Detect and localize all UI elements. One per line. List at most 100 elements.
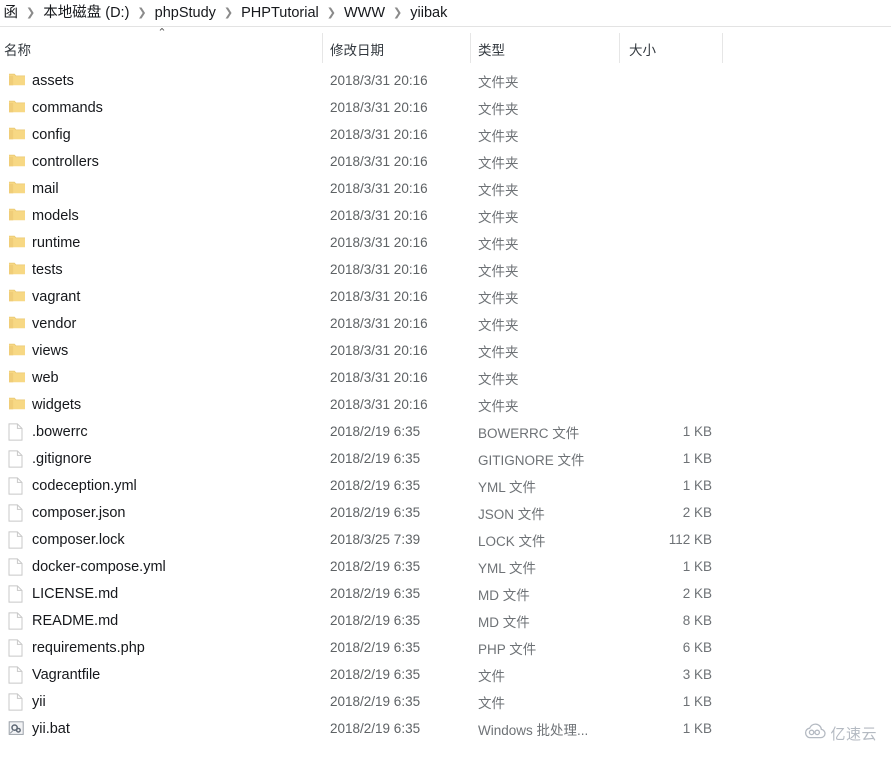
file-date-modified: 2018/2/19 6:35 [330,424,421,439]
file-type: 文件夹 [478,209,519,225]
file-size: 1 KB [682,451,712,466]
file-size: 1 KB [682,694,712,709]
file-name: runtime [32,234,81,251]
file-date-modified: 2018/2/19 6:35 [330,613,421,628]
file-date-modified: 2018/3/31 20:16 [330,370,428,385]
file-icon [8,665,26,684]
file-name: tests [32,261,63,278]
column-header-size[interactable]: 大小 [629,39,656,59]
file-date-modified: 2018/3/31 20:16 [330,100,428,115]
file-row[interactable]: vendor 2018/3/31 20:16 文件夹 [0,310,891,337]
file-row[interactable]: runtime 2018/3/31 20:16 文件夹 [0,229,891,256]
file-size: 1 KB [682,721,712,736]
file-date-modified: 2018/2/19 6:35 [330,559,421,574]
folder-icon [8,369,26,387]
file-date-modified: 2018/3/31 20:16 [330,181,428,196]
file-row[interactable]: mail 2018/3/31 20:16 文件夹 [0,175,891,202]
breadcrumb-item-0[interactable]: 函 [4,0,19,27]
folder-icon [8,153,26,171]
file-type: PHP 文件 [478,641,537,657]
column-divider[interactable] [470,33,471,63]
file-icon [8,503,26,522]
file-type: 文件 [478,695,505,711]
file-name: models [32,207,79,224]
file-name: Vagrantfile [32,666,101,683]
file-row[interactable]: .gitignore 2018/2/19 6:35 GITIGNORE 文件 1 KB [0,445,891,472]
file-date-modified: 2018/2/19 6:35 [330,478,421,493]
folder-icon [8,234,26,252]
file-icon [8,584,26,603]
breadcrumb-item-1[interactable]: 本地磁盘 (D:) [42,0,130,27]
file-row[interactable]: requirements.php 2018/2/19 6:35 PHP 文件 6 KB [0,634,891,661]
file-date-modified: 2018/3/31 20:16 [330,316,428,331]
file-name: LICENSE.md [32,585,119,602]
file-type: 文件夹 [478,155,519,171]
file-name: composer.lock [32,531,125,548]
file-list[interactable]: assets 2018/3/31 20:16 文件夹 commands 2018/3/3… [0,67,891,742]
watermark: 亿速云 [804,723,877,744]
file-date-modified: 2018/3/31 20:16 [330,343,428,358]
breadcrumb-separator: ❯ [223,6,234,19]
breadcrumb-item-5[interactable]: yiibak [409,0,448,27]
file-type: 文件夹 [478,344,519,360]
file-row[interactable]: .bowerrc 2018/2/19 6:35 BOWERRC 文件 1 KB [0,418,891,445]
file-date-modified: 2018/3/31 20:16 [330,235,428,250]
column-divider[interactable] [619,33,620,63]
file-date-modified: 2018/3/31 20:16 [330,127,428,142]
file-date-modified: 2018/2/19 6:35 [330,451,421,466]
file-row[interactable]: web 2018/3/31 20:16 文件夹 [0,364,891,391]
file-name: composer.json [32,504,126,521]
file-row[interactable]: yii 2018/2/19 6:35 文件 1 KB [0,688,891,715]
column-header-name[interactable]: 名称 [4,39,31,59]
file-row[interactable]: assets 2018/3/31 20:16 文件夹 [0,67,891,94]
folder-icon [8,261,26,279]
file-name: config [32,126,71,143]
breadcrumb-item-4[interactable]: WWW [343,0,386,27]
file-icon [8,476,26,495]
file-row[interactable]: LICENSE.md 2018/2/19 6:35 MD 文件 2 KB [0,580,891,607]
breadcrumb-item-3[interactable]: PHPTutorial [240,0,320,27]
file-date-modified: 2018/2/19 6:35 [330,721,421,736]
file-row[interactable]: vagrant 2018/3/31 20:16 文件夹 [0,283,891,310]
file-type: 文件夹 [478,398,519,414]
file-icon [8,692,26,711]
folder-icon [8,72,26,90]
file-type: YML 文件 [478,479,537,495]
file-row[interactable]: controllers 2018/3/31 20:16 文件夹 [0,148,891,175]
column-header-type[interactable]: 类型 [478,39,505,59]
breadcrumb-bar[interactable]: 函 ❯ 本地磁盘 (D:) ❯ phpStudy ❯ PHPTutorial ❯… [0,0,891,27]
file-row[interactable]: views 2018/3/31 20:16 文件夹 [0,337,891,364]
file-type: LOCK 文件 [478,533,546,549]
file-name: vendor [32,315,77,332]
breadcrumb-item-2[interactable]: phpStudy [154,0,217,27]
file-row[interactable]: commands 2018/3/31 20:16 文件夹 [0,94,891,121]
file-icon [8,422,26,441]
file-date-modified: 2018/3/31 20:16 [330,154,428,169]
column-divider[interactable] [722,33,723,63]
file-name: codeception.yml [32,477,137,494]
file-name: controllers [32,153,99,170]
file-icon [8,557,26,576]
column-divider[interactable] [322,33,323,63]
file-type: MD 文件 [478,587,530,603]
file-row[interactable]: tests 2018/3/31 20:16 文件夹 [0,256,891,283]
file-type: 文件夹 [478,236,519,252]
file-row[interactable]: models 2018/3/31 20:16 文件夹 [0,202,891,229]
file-row[interactable]: widgets 2018/3/31 20:16 文件夹 [0,391,891,418]
file-icon [8,638,26,657]
cloud-icon [804,723,827,744]
file-date-modified: 2018/3/31 20:16 [330,262,428,277]
file-row[interactable]: codeception.yml 2018/2/19 6:35 YML 文件 1 KB [0,472,891,499]
file-row[interactable]: yii.bat 2018/2/19 6:35 Windows 批处理... 1 KB [0,715,891,742]
file-row[interactable]: Vagrantfile 2018/2/19 6:35 文件 3 KB [0,661,891,688]
file-row[interactable]: composer.json 2018/2/19 6:35 JSON 文件 2 KB [0,499,891,526]
file-icon [8,530,26,549]
breadcrumb-separator: ❯ [26,6,36,19]
file-row[interactable]: composer.lock 2018/3/25 7:39 LOCK 文件 112 KB [0,526,891,553]
folder-icon [8,396,26,414]
file-row[interactable]: config 2018/3/31 20:16 文件夹 [0,121,891,148]
file-row[interactable]: README.md 2018/2/19 6:35 MD 文件 8 KB [0,607,891,634]
column-header-date-modified[interactable]: 修改日期 [330,39,384,59]
file-date-modified: 2018/3/31 20:16 [330,208,428,223]
file-row[interactable]: docker-compose.yml 2018/2/19 6:35 YML 文件 1 … [0,553,891,580]
